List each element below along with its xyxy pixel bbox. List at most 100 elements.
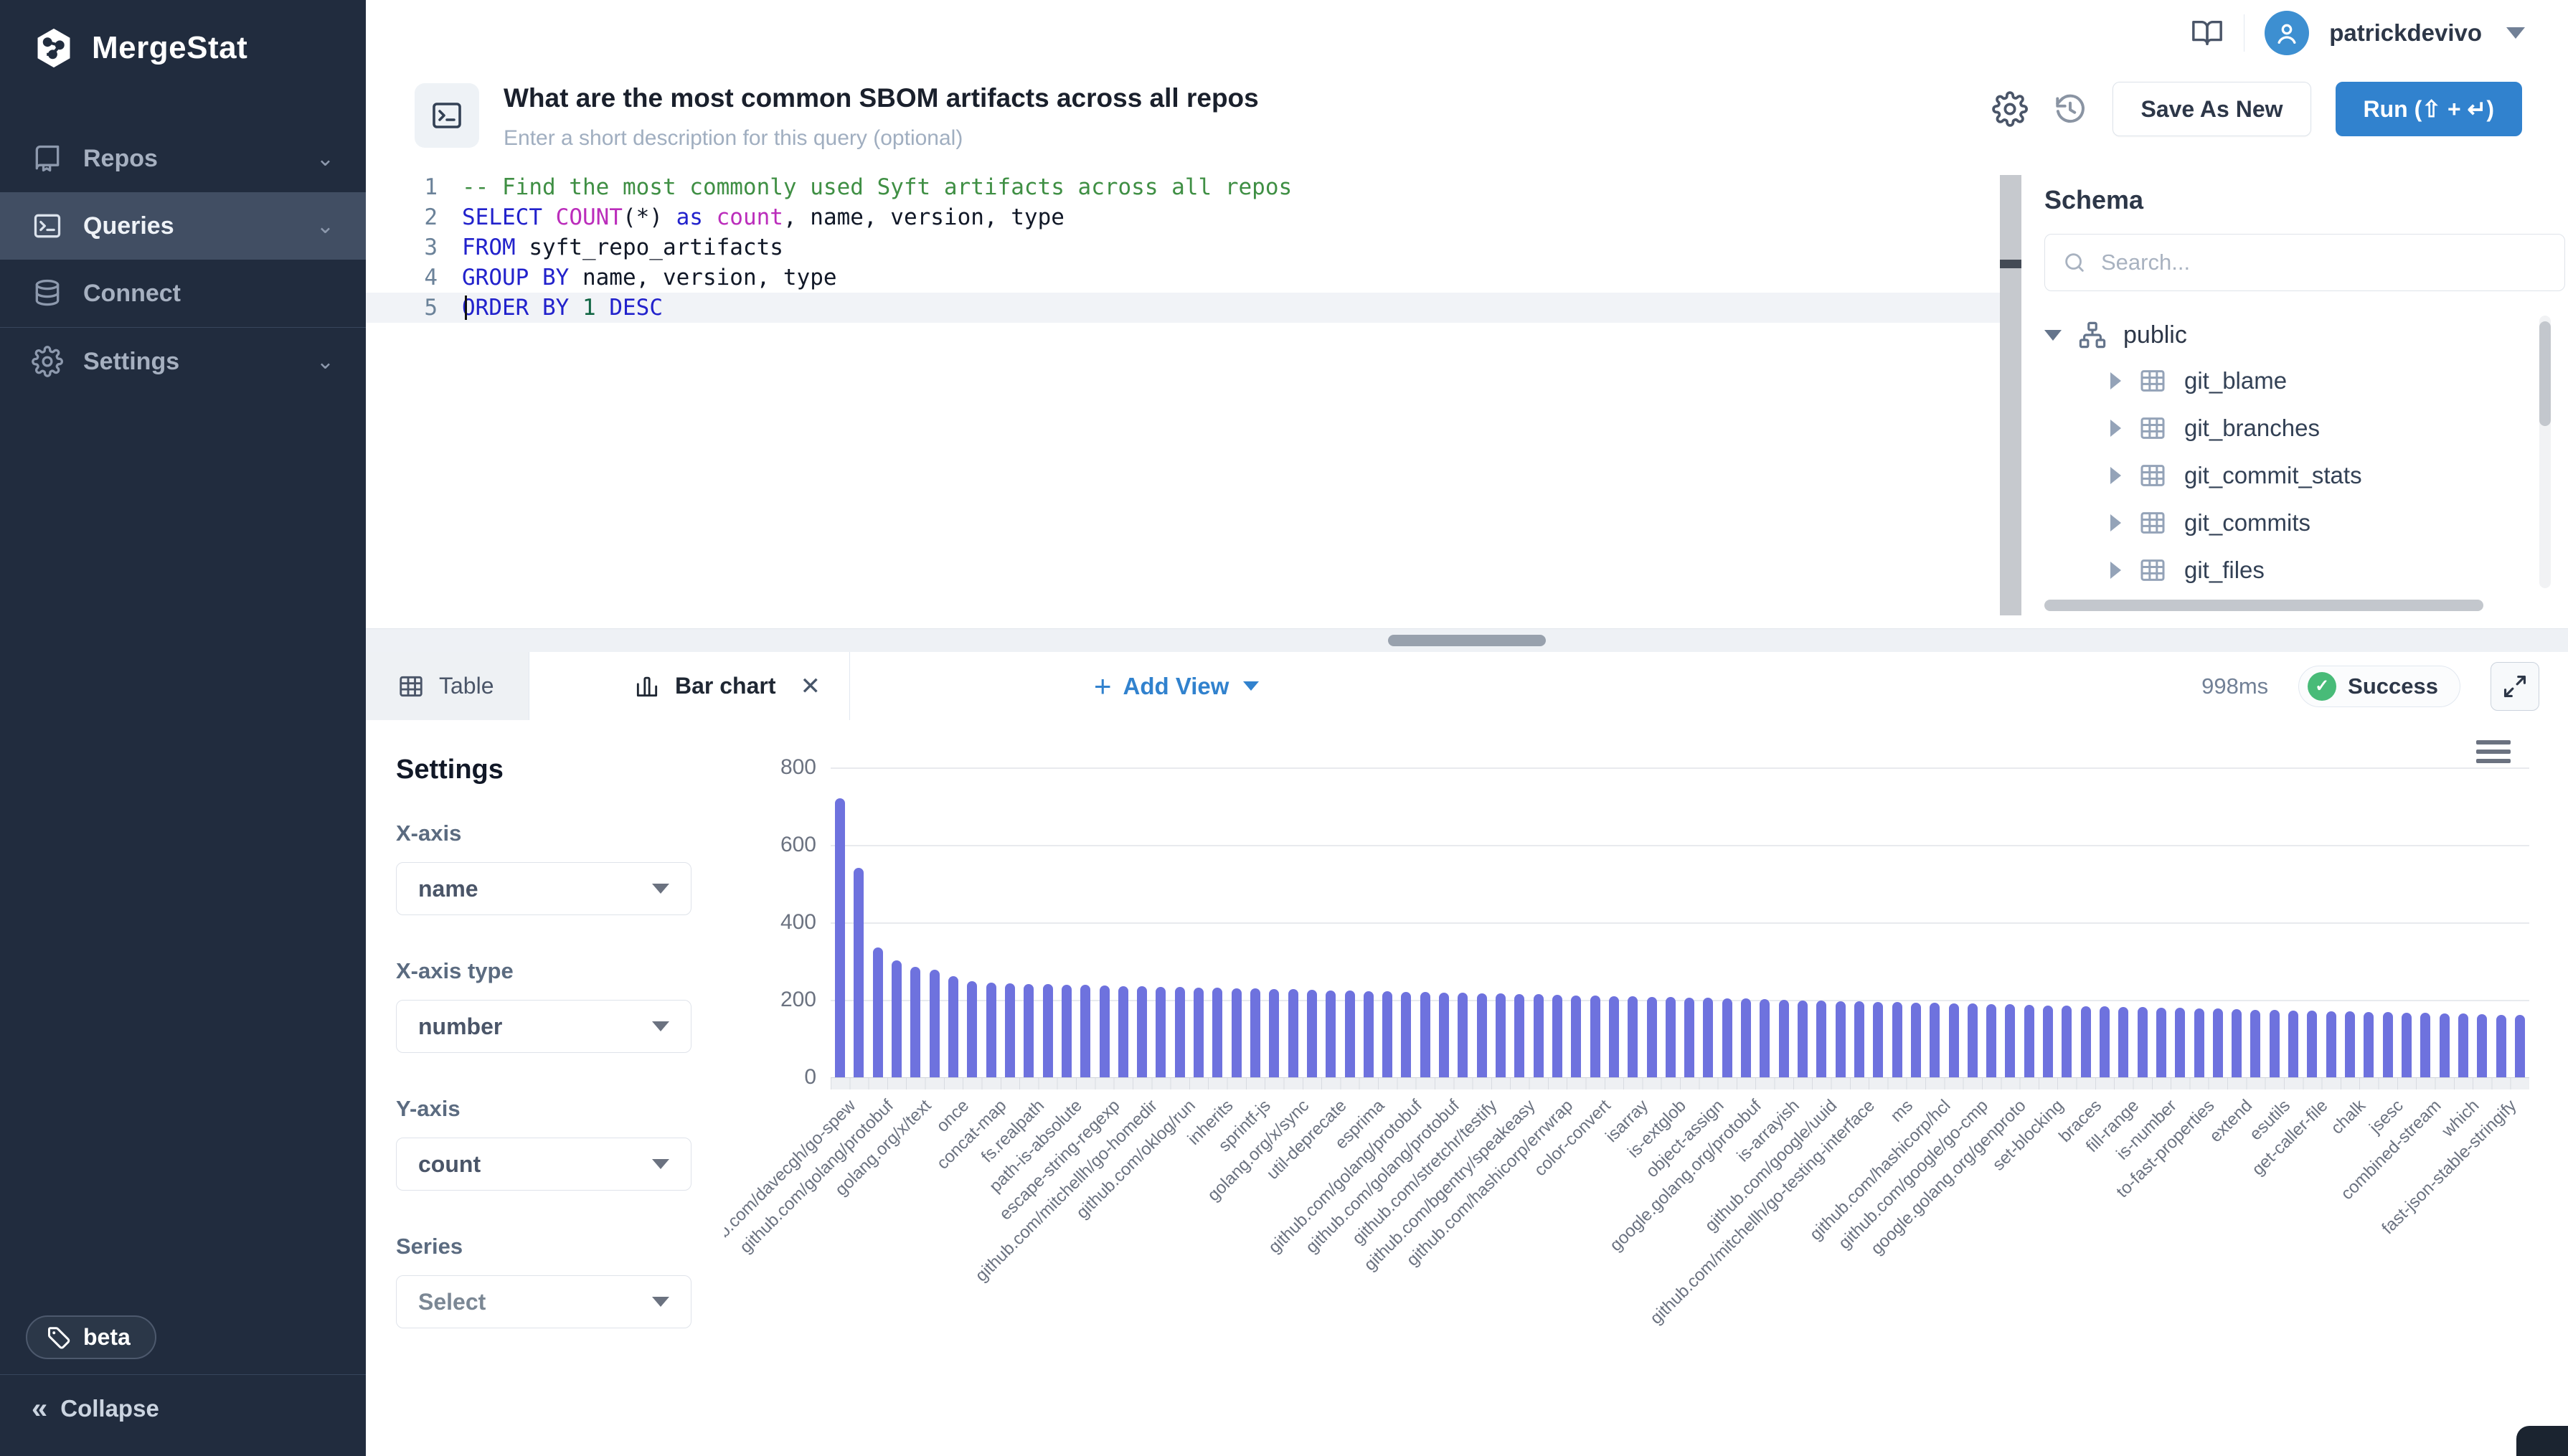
caret-right-icon[interactable] (2110, 420, 2121, 437)
caret-down-icon[interactable] (2044, 330, 2062, 341)
sidebar-item-settings[interactable]: Settings ⌄ (0, 328, 366, 395)
chart-bar (1666, 997, 1676, 1077)
caret-right-icon[interactable] (2110, 372, 2121, 389)
pane-resize-handle[interactable] (366, 628, 2568, 653)
add-view-caret-icon (1243, 681, 1259, 691)
account-caret-icon[interactable] (2506, 27, 2525, 39)
select-caret-icon (652, 1297, 669, 1307)
caret-right-icon[interactable] (2110, 514, 2121, 531)
sidebar-item-repos[interactable]: Repos ⌄ (0, 125, 366, 192)
schema-table-label: git_blame (2184, 367, 2287, 394)
table-icon (2138, 414, 2167, 443)
chart-bar (930, 970, 940, 1077)
expand-button[interactable] (2491, 662, 2539, 711)
select-caret-icon (652, 884, 669, 894)
query-settings-gear-icon[interactable] (1992, 91, 2028, 127)
sidebar-item-connect[interactable]: Connect (0, 260, 366, 327)
schema-root-label[interactable]: public (2123, 321, 2187, 349)
code-line[interactable]: 4GROUP BY name, version, type (366, 263, 2000, 293)
chart-bar (1968, 1003, 1978, 1077)
code-line[interactable]: 3FROM syft_repo_artifacts (366, 232, 2000, 263)
chart-bar (2477, 1014, 2487, 1077)
query-description-placeholder[interactable]: Enter a short description for this query… (504, 126, 963, 151)
schema-table-row[interactable]: git_blame (2044, 357, 2525, 405)
query-title[interactable]: What are the most common SBOM artifacts … (504, 83, 1259, 113)
schema-root-row[interactable]: public (2044, 313, 2525, 357)
code-line[interactable]: 5ORDER BY 1 DESC (366, 293, 2000, 323)
sql-editor[interactable]: 1-- Find the most commonly used Syft art… (366, 172, 2000, 628)
sidebar-item-queries[interactable]: Queries ⌄ (0, 192, 366, 260)
tab-table[interactable]: Table (366, 652, 529, 720)
chevron-down-icon: ⌄ (316, 214, 334, 239)
chart-bar (986, 983, 996, 1077)
chart-bar (1760, 999, 1770, 1077)
caret-right-icon[interactable] (2110, 467, 2121, 484)
chart-settings-panel: Settings X-axis name X-axis type number … (366, 720, 725, 1456)
select-caret-icon (652, 1159, 669, 1169)
bar-chart[interactable]: 0200400600800github.com/davecgh/go-spewg… (724, 720, 2568, 1456)
chart-menu-icon[interactable] (2476, 740, 2511, 768)
schema-vertical-scrollbar[interactable] (2539, 316, 2551, 588)
x-axis-type-select[interactable]: number (396, 1000, 691, 1053)
chart-bar (1458, 993, 1468, 1077)
query-history-icon[interactable] (2052, 91, 2088, 127)
gear-icon (32, 346, 63, 377)
docs-book-icon[interactable] (2191, 16, 2224, 49)
line-number: 5 (366, 293, 462, 323)
chart-bar (1043, 984, 1053, 1077)
chart-bar (873, 947, 883, 1077)
chart-bar (1816, 1001, 1826, 1077)
line-number: 4 (366, 263, 462, 293)
chart-bar (1552, 995, 1562, 1077)
chart-bar (1345, 991, 1355, 1077)
schema-table-row[interactable]: git_files (2044, 547, 2525, 594)
caret-right-icon[interactable] (2110, 562, 2121, 579)
chart-bar (1382, 991, 1392, 1077)
close-tab-icon[interactable]: ✕ (795, 672, 850, 701)
username[interactable]: patrickdevivo (2329, 19, 2482, 47)
schema-table-row[interactable]: git_commit_stats (2044, 452, 2525, 499)
chart-bar (1854, 1001, 1864, 1077)
chart-bar (1137, 986, 1147, 1077)
plus-icon: + (1094, 671, 1112, 701)
chart-bar (1024, 984, 1034, 1077)
editor-scrollbar[interactable] (2000, 175, 2021, 615)
collapse-button[interactable]: « Collapse (32, 1394, 159, 1423)
main-area: patrickdevivo What are the most common S… (366, 0, 2568, 1456)
chart-bar (2213, 1008, 2223, 1077)
schema-table-row[interactable]: git_commits (2044, 499, 2525, 547)
x-axis-select[interactable]: name (396, 862, 691, 915)
resize-handle-pill[interactable] (1388, 635, 1546, 646)
bar-chart-icon (633, 673, 661, 700)
logo[interactable]: MergeStat (0, 0, 366, 70)
add-view-label: Add View (1123, 673, 1229, 700)
chart-bar (1118, 986, 1128, 1077)
chart-bar (1194, 988, 1204, 1077)
avatar[interactable] (2265, 11, 2309, 55)
run-button[interactable]: Run (⇧ + ↵) (2336, 82, 2523, 136)
chart-bar (2458, 1013, 2468, 1077)
schema-scrollbar-thumb[interactable] (2539, 321, 2551, 426)
schema-search-input[interactable] (2100, 249, 2547, 276)
y-axis-select[interactable]: count (396, 1138, 691, 1191)
code-line[interactable]: 2SELECT COUNT(*) as count, name, version… (366, 202, 2000, 232)
y-axis-tick-label: 0 (730, 1065, 816, 1089)
chart-bar (967, 981, 977, 1077)
corner-toast (2516, 1426, 2568, 1456)
sidebar-item-label: Settings (83, 348, 316, 376)
add-view-button[interactable]: + Add View (1072, 652, 1280, 720)
chevron-down-icon: ⌄ (316, 349, 334, 374)
schema-horizontal-scrollbar[interactable] (2044, 600, 2483, 611)
series-select[interactable]: Select (396, 1275, 691, 1328)
editor-scrollbar-thumb[interactable] (2000, 260, 2021, 268)
tab-bar-chart[interactable]: Bar chart ✕ (602, 652, 850, 720)
gridline (831, 767, 2529, 769)
save-as-new-button[interactable]: Save As New (2113, 82, 2310, 136)
y-axis-tick-label: 200 (730, 988, 816, 1012)
chart-bar (2232, 1009, 2242, 1077)
schema-title: Schema (2044, 185, 2143, 215)
code-line[interactable]: 1-- Find the most commonly used Syft art… (366, 172, 2000, 202)
schema-table-row[interactable]: git_branches (2044, 405, 2525, 452)
schema-search[interactable] (2044, 234, 2565, 291)
chart-bar (2043, 1006, 2053, 1077)
